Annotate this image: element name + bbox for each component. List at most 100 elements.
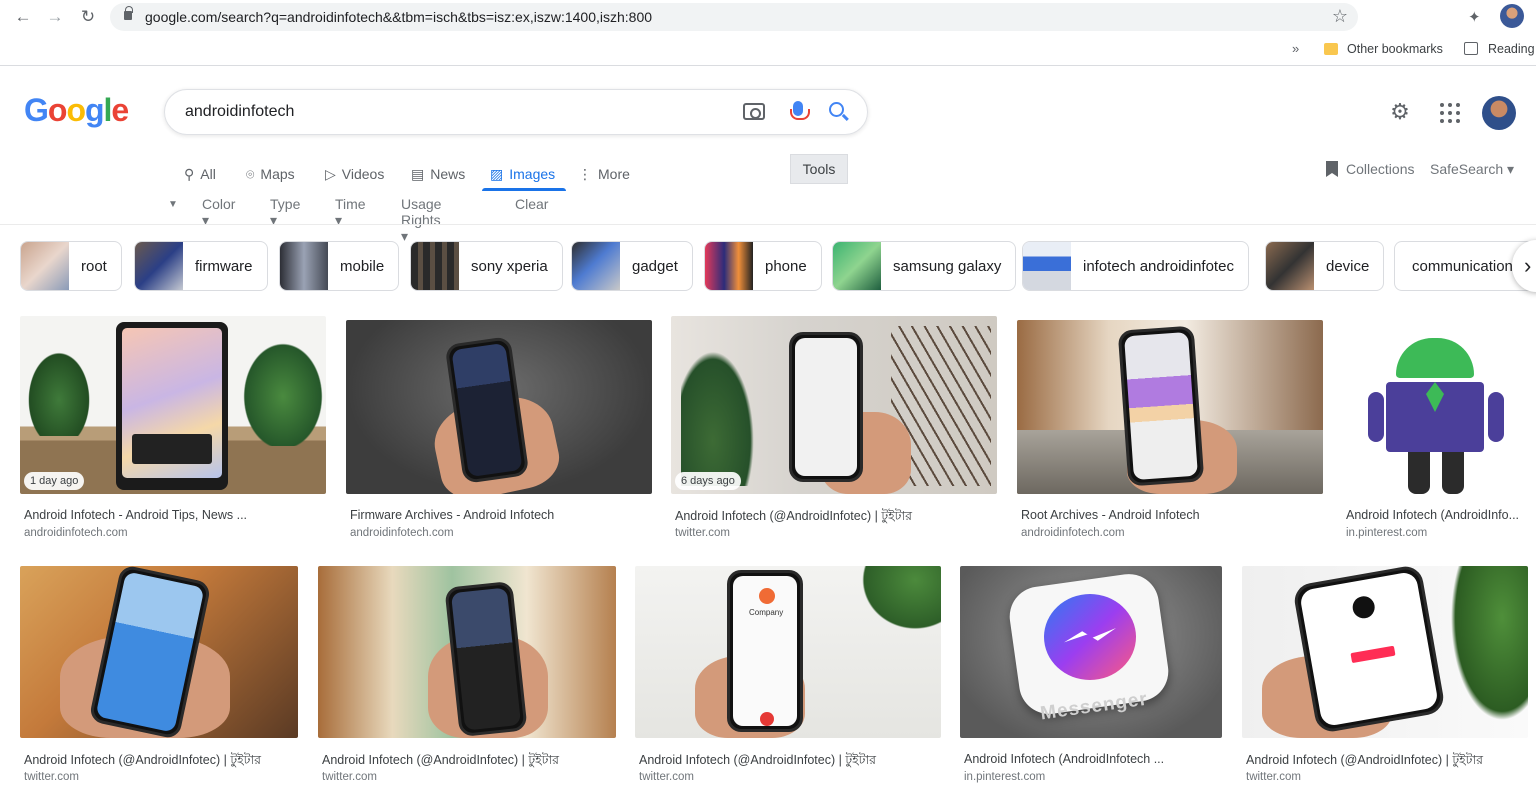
microphone-icon[interactable] bbox=[790, 101, 810, 120]
result-domain[interactable]: twitter.com bbox=[1246, 771, 1301, 783]
result-image[interactable] bbox=[1242, 566, 1528, 738]
result-card[interactable]: Android Infotech (AndroidInfo... in.pint… bbox=[1342, 316, 1530, 546]
result-image[interactable] bbox=[671, 316, 997, 494]
safesearch-menu[interactable]: SafeSearch ▾ bbox=[1430, 161, 1514, 178]
active-tab-indicator bbox=[482, 188, 566, 191]
chip-thumbnail bbox=[833, 242, 881, 290]
result-title[interactable]: Android Infotech (@AndroidInfotec) | টুই… bbox=[675, 508, 912, 528]
logo-letter: o bbox=[47, 92, 68, 128]
result-title[interactable]: Android Infotech (@AndroidInfotec) | টুই… bbox=[322, 752, 559, 772]
chip-firmware[interactable]: firmware bbox=[134, 241, 268, 291]
result-card[interactable]: Messenger Android Infotech (AndroidInfot… bbox=[960, 566, 1222, 790]
filter-usage-rights[interactable]: Usage Rights ▾ bbox=[401, 196, 441, 245]
tab-images[interactable]: ▨ Images bbox=[490, 160, 555, 188]
chip-sony-xperia[interactable]: sony xperia bbox=[410, 241, 563, 291]
tools-button[interactable]: Tools bbox=[790, 154, 848, 184]
logo-letter: g bbox=[84, 92, 105, 128]
chip-gadget[interactable]: gadget bbox=[571, 241, 693, 291]
chip-root[interactable]: root bbox=[20, 241, 122, 291]
tab-videos[interactable]: ▷ Videos bbox=[325, 160, 384, 188]
google-logo[interactable]: Google bbox=[24, 92, 129, 129]
pin-icon: ⌾ bbox=[246, 165, 255, 182]
result-domain[interactable]: twitter.com bbox=[322, 771, 377, 783]
chip-label: phone bbox=[765, 257, 807, 275]
result-title[interactable]: Android Infotech - Android Tips, News ..… bbox=[24, 508, 247, 522]
result-image[interactable] bbox=[318, 566, 616, 738]
tab-news[interactable]: ▤ News bbox=[411, 160, 465, 188]
chip-label: firmware bbox=[195, 257, 253, 275]
result-image[interactable] bbox=[20, 566, 298, 738]
extensions-icon[interactable]: ✦ bbox=[1468, 8, 1486, 26]
collections-link[interactable]: Collections bbox=[1326, 161, 1414, 177]
browser-toolbar: ← → ↻ google.com/search?q=androidinfotec… bbox=[0, 0, 1536, 34]
result-card[interactable]: 1 day ago Android Infotech - Android Tip… bbox=[20, 316, 326, 546]
search-input[interactable]: androidinfotech bbox=[185, 103, 294, 121]
result-image[interactable] bbox=[346, 320, 652, 494]
chip-phone[interactable]: phone bbox=[704, 241, 822, 291]
filter-toggle-icon[interactable]: ▼ bbox=[168, 199, 178, 210]
back-icon[interactable]: ← bbox=[12, 6, 34, 28]
result-title[interactable]: Android Infotech (@AndroidInfotec) | টুই… bbox=[639, 752, 876, 772]
result-title[interactable]: Android Infotech (AndroidInfotech ... bbox=[964, 752, 1164, 766]
result-domain[interactable]: twitter.com bbox=[24, 771, 79, 783]
result-card[interactable]: Firmware Archives - Android Infotech and… bbox=[346, 320, 652, 546]
result-domain[interactable]: twitter.com bbox=[639, 771, 694, 783]
search-icon[interactable] bbox=[829, 102, 844, 117]
account-avatar[interactable] bbox=[1482, 96, 1516, 130]
date-badge: 6 days ago bbox=[675, 472, 741, 490]
chip-thumbnail bbox=[21, 242, 69, 290]
bookmark-icon bbox=[1326, 161, 1338, 177]
apps-grid-icon[interactable] bbox=[1440, 103, 1460, 123]
tab-maps[interactable]: ⌾ Maps bbox=[246, 160, 295, 188]
filter-clear[interactable]: Clear bbox=[515, 196, 548, 212]
result-card[interactable]: Android Infotech (@AndroidInfotec) | টুই… bbox=[318, 566, 616, 790]
profile-avatar[interactable] bbox=[1500, 4, 1524, 28]
result-title[interactable]: Android Infotech (@AndroidInfotec) | টুই… bbox=[24, 752, 261, 772]
result-title[interactable]: Firmware Archives - Android Infotech bbox=[350, 508, 554, 522]
result-domain[interactable]: in.pinterest.com bbox=[964, 771, 1045, 783]
chip-thumbnail bbox=[572, 242, 620, 290]
gear-icon[interactable]: ⚙ bbox=[1388, 100, 1412, 124]
tab-more[interactable]: ⋮ More bbox=[578, 160, 630, 188]
lock-icon bbox=[124, 6, 133, 20]
search-box[interactable]: androidinfotech bbox=[164, 89, 868, 135]
header-divider bbox=[0, 224, 1536, 225]
result-title[interactable]: Android Infotech (AndroidInfo... bbox=[1346, 508, 1519, 522]
result-image[interactable]: Company bbox=[635, 566, 941, 738]
result-image[interactable] bbox=[1017, 320, 1323, 494]
logo-letter: o bbox=[66, 92, 86, 128]
search-icon: ⚲ bbox=[184, 165, 195, 182]
result-image[interactable]: Messenger bbox=[960, 566, 1222, 738]
bookmark-star-icon[interactable]: ☆ bbox=[1332, 6, 1348, 27]
chip-infotech-androidinfotec[interactable]: infotech androidinfotec bbox=[1022, 241, 1249, 291]
result-domain[interactable]: androidinfotech.com bbox=[350, 527, 454, 539]
result-domain[interactable]: in.pinterest.com bbox=[1346, 527, 1427, 539]
result-title[interactable]: Android Infotech (@AndroidInfotec) | টুই… bbox=[1246, 752, 1483, 772]
chip-device[interactable]: device bbox=[1265, 241, 1385, 291]
camera-icon[interactable] bbox=[743, 103, 765, 120]
result-card[interactable]: Company Android Infotech (@AndroidInfote… bbox=[635, 566, 941, 790]
result-image[interactable] bbox=[20, 316, 326, 494]
result-card[interactable]: Android Infotech (@AndroidInfotec) | টুই… bbox=[20, 566, 298, 790]
reload-icon[interactable]: ↻ bbox=[77, 6, 99, 28]
image-icon: ▨ bbox=[490, 165, 504, 182]
tab-all[interactable]: ⚲ All bbox=[184, 160, 216, 188]
forward-icon[interactable]: → bbox=[44, 6, 66, 28]
result-card[interactable]: Android Infotech (@AndroidInfotec) | টুই… bbox=[1242, 566, 1528, 790]
other-bookmarks-link[interactable]: Other bookmarks bbox=[1347, 42, 1443, 56]
result-domain[interactable]: androidinfotech.com bbox=[24, 527, 128, 539]
result-card[interactable]: 6 days ago Android Infotech (@AndroidInf… bbox=[671, 316, 997, 546]
result-title[interactable]: Root Archives - Android Infotech bbox=[1021, 508, 1200, 522]
chip-mobile[interactable]: mobile bbox=[279, 241, 400, 291]
reading-list-link[interactable]: Reading bbox=[1488, 42, 1535, 56]
folder-icon bbox=[1324, 43, 1338, 55]
play-icon: ▷ bbox=[325, 165, 336, 182]
result-domain[interactable]: twitter.com bbox=[675, 527, 730, 539]
result-card[interactable]: Root Archives - Android Infotech android… bbox=[1017, 320, 1323, 546]
result-domain[interactable]: androidinfotech.com bbox=[1021, 527, 1125, 539]
chip-label: infotech androidinfotec bbox=[1083, 257, 1234, 275]
bookmarks-overflow-button[interactable]: » bbox=[1292, 41, 1299, 56]
address-bar[interactable]: google.com/search?q=androidinfotech&&tbm… bbox=[110, 3, 1358, 31]
chip-samsung-galaxy[interactable]: samsung galaxy bbox=[832, 241, 1017, 291]
result-image[interactable] bbox=[1342, 316, 1530, 494]
